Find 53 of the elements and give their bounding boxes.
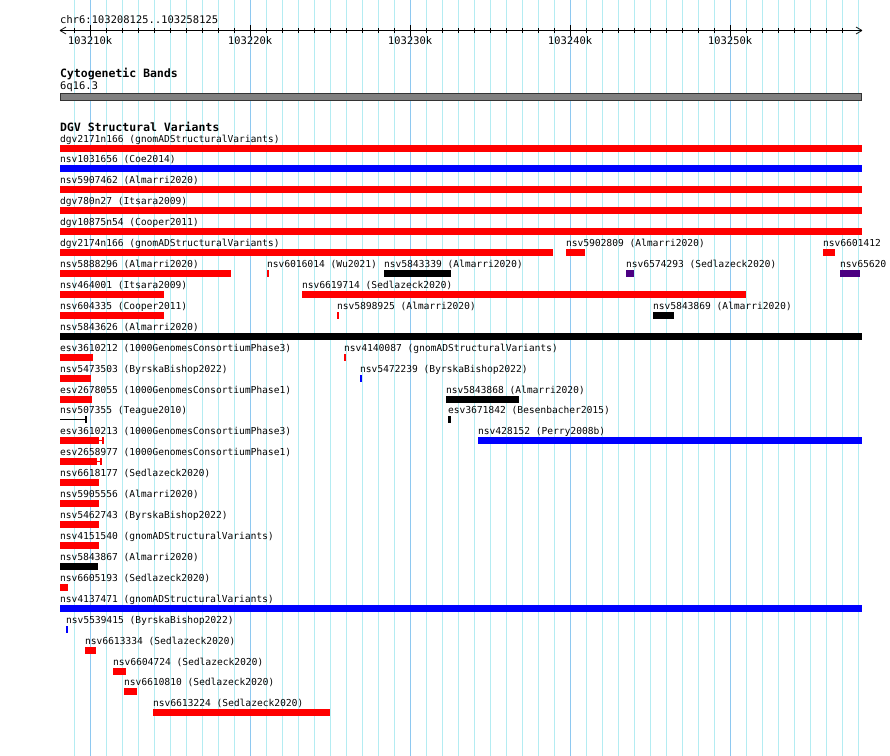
feature-label: nsv4137471 (gnomADStructuralVariants) [60,594,274,605]
feature-label: nsv5902809 (Almarri2020) [566,238,705,250]
track-title: Cytogenetic Bands [60,67,178,80]
feature-label: nsv4140087 (gnomADStructuralVariants) [344,342,558,354]
feature-label: nsv5905556 (Almarri2020) [60,489,199,500]
feature-label: nsv6613334 (Sedlazeck2020) [85,636,236,647]
feature-label: esv3671842 (Besenbacher2015) [448,405,610,416]
feature-label: nsv507355 (Teague2010) [60,405,188,416]
feature-label: nsv428152 (Perry2008b) [478,426,606,438]
feature-label: nsv6574293 (Sedlazeck2020) [626,259,776,270]
feature-label: nsv5843869 (Almarri2020) [653,300,792,312]
tick-label: 103210k [66,35,114,47]
feature-label: esv2658977 (1000GenomesConsortiumPhase1) [60,447,292,458]
feature-label: nsv5898925 (Almarri2020) [337,300,476,312]
feature-label: nsv5843868 (Almarri2020) [446,384,585,396]
feature-label: nsv5888296 (Almarri2020) [60,259,199,270]
cytoband-bar[interactable] [60,93,862,101]
feature-label: dgv2171n166 (gnomADStructuralVariants) [60,134,280,144]
feature-label: nsv6605193 (Sedlazeck2020) [60,572,210,584]
band-label: 6q16.3 [60,80,98,92]
feature-label: nsv464001 (Itsara2009) [60,280,188,291]
feature-label: esv2678055 (1000GenomesConsortiumPhase1) [60,384,292,396]
feature-label: nsv6601412 [823,238,881,250]
feature-label: nsv6016014 (Wu2021) [267,259,377,270]
feature-label: nsv6613224 (Sedlazeck2020) [153,698,304,710]
feature-label: nsv5473503 (ByrskaBishop2022) [60,364,228,375]
tick-label: 103220k [226,35,274,47]
feature-label: nsv5462743 (ByrskaBishop2022) [60,510,228,522]
feature-label: nsv65620 [840,259,886,270]
feature-label: nsv4151540 (gnomADStructuralVariants) [60,530,274,542]
feature-label: esv3610213 (1000GenomesConsortiumPhase3) [60,426,292,438]
feature-label: nsv604335 (Cooper2011) [60,300,188,312]
feature-label: nsv6619714 (Sedlazeck2020) [302,280,452,291]
feature-label: nsv6618177 (Sedlazeck2020) [60,468,210,480]
feature-label: nsv5907462 (Almarri2020) [60,175,199,186]
feature-label: dgv2174n166 (gnomADStructuralVariants) [60,238,280,250]
feature-label: dgv780n27 (Itsara2009) [60,196,188,208]
feature-label: nsv1031656 (Coe2014) [60,154,176,166]
feature-label: dgv10875n54 (Cooper2011) [60,217,199,228]
feature-label: esv3610212 (1000GenomesConsortiumPhase3) [60,342,292,354]
feature-label: nsv6604724 (Sedlazeck2020) [113,656,264,668]
feature-label: nsv5539415 (ByrskaBishop2022) [66,614,234,626]
feature-bar[interactable] [60,416,87,423]
tick-label: 103230k [386,35,434,47]
tick-label: 103250k [706,35,754,47]
feature-label: nsv5843867 (Almarri2020) [60,552,199,563]
feature-label: nsv5472239 (ByrskaBishop2022) [360,364,528,375]
feature-label: nsv6610810 (Sedlazeck2020) [124,677,274,688]
feature-label: nsv5843339 (Almarri2020) [384,259,523,270]
track-title: DGV Structural Variants [60,121,220,134]
location-label: chr6:103208125..103258125 [60,14,218,26]
feature-label: nsv5843626 (Almarri2020) [60,322,199,333]
tick-label: 103240k [546,35,594,47]
